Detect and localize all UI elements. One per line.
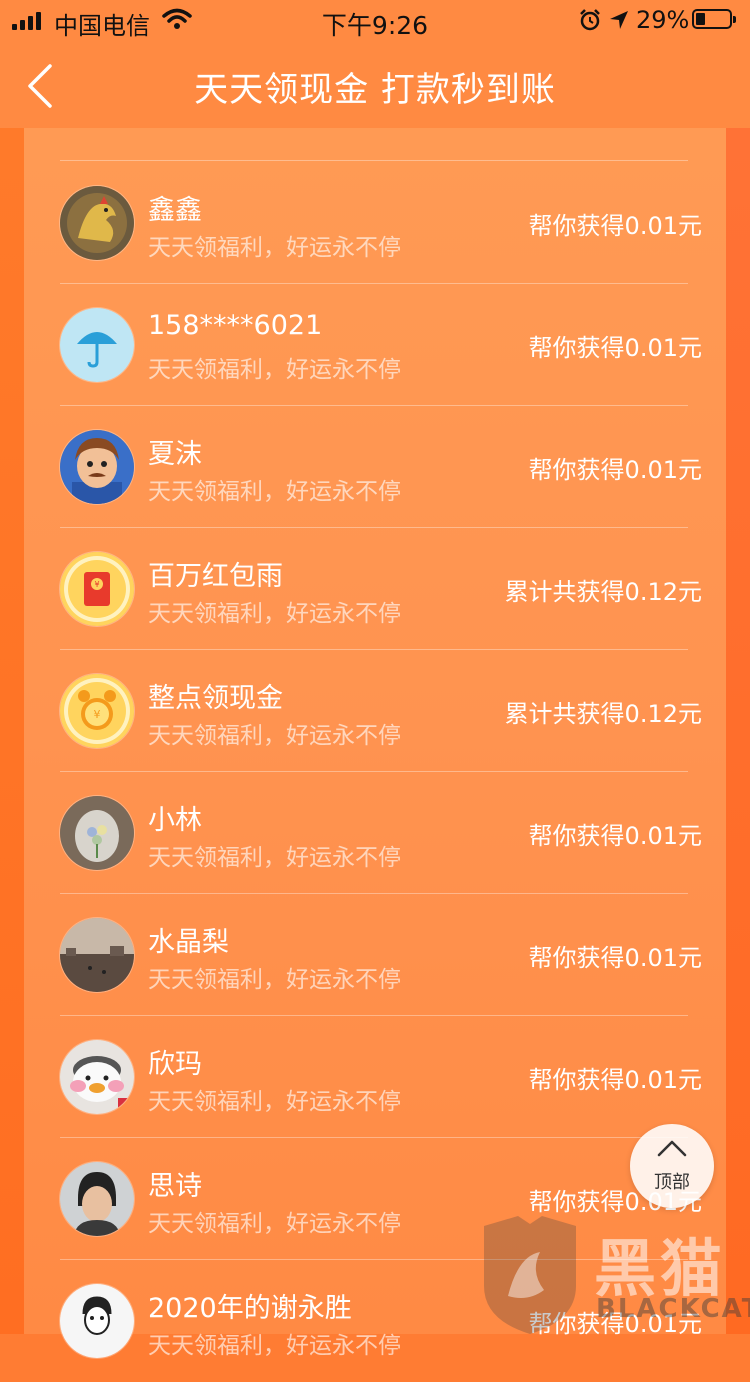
item-desc: 天天领福利，好运永不停: [148, 601, 401, 627]
list-top-divider: [60, 160, 688, 161]
list-item[interactable]: 158****6021 天天领福利，好运永不停 帮你获得0.01元: [60, 284, 702, 406]
chevron-up-icon: [657, 1140, 687, 1157]
list-item[interactable]: ¥ 整点领现金 天天领福利，好运永不停 累计共获得0.12元: [60, 650, 702, 772]
list-item[interactable]: 小林 天天领福利，好运永不停 帮你获得0.01元: [60, 772, 702, 894]
status-bar: 中国电信 下午9:26 29%: [0, 0, 750, 40]
scroll-to-top-button[interactable]: 顶部: [630, 1124, 714, 1208]
avatar-duck-doll-photo: [60, 1040, 134, 1114]
red-envelope-icon: ¥: [60, 552, 134, 626]
battery-icon: [692, 9, 736, 29]
item-name: 水晶梨: [148, 927, 229, 958]
item-desc: 天天领福利，好运永不停: [148, 235, 401, 261]
item-name: 夏沫: [148, 439, 202, 470]
item-name: 2020年的谢永胜: [148, 1293, 352, 1324]
nav-bar: 天天领现金 打款秒到账: [0, 40, 750, 128]
page-title: 天天领现金 打款秒到账: [194, 70, 556, 110]
avatar-flower-photo: [60, 796, 134, 870]
item-name: 小林: [148, 805, 202, 836]
item-desc: 天天领福利，好运永不停: [148, 357, 401, 383]
item-reward: 帮你获得0.01元: [528, 944, 702, 972]
location-arrow-icon: [610, 11, 628, 29]
list-item[interactable]: 夏沫 天天领福利，好运永不停 帮你获得0.01元: [60, 406, 702, 528]
scroll-to-top-label: 顶部: [654, 1172, 690, 1193]
item-name: 158****6021: [148, 310, 323, 341]
item-desc: 天天领福利，好运永不停: [148, 1211, 401, 1237]
item-reward: 帮你获得0.01元: [528, 212, 702, 240]
svg-text:¥: ¥: [94, 708, 101, 721]
alarm-icon: [580, 9, 600, 31]
item-name: 鑫鑫: [148, 195, 202, 226]
battery-percent: 29%: [636, 6, 690, 34]
item-name: 欣玛: [148, 1049, 202, 1080]
list-item[interactable]: 鑫鑫 天天领福利，好运永不停 帮你获得0.01元: [60, 162, 702, 284]
item-reward: 帮你获得0.01元: [528, 1066, 702, 1094]
item-desc: 天天领福利，好运永不停: [148, 479, 401, 505]
alarm-clock-icon: ¥: [60, 674, 134, 748]
item-reward: 累计共获得0.12元: [504, 578, 702, 606]
avatar-landscape-photo: [60, 918, 134, 992]
left-edge: [0, 128, 24, 1334]
right-edge: [726, 128, 750, 1334]
item-name: 整点领现金: [148, 683, 283, 714]
item-reward: 帮你获得0.01元: [528, 334, 702, 362]
item-reward: 帮你获得0.01元: [528, 456, 702, 484]
avatar-portrait-photo: [60, 1162, 134, 1236]
item-desc: 天天领福利，好运永不停: [148, 1333, 401, 1359]
list-item[interactable]: ¥ 百万红包雨 天天领福利，好运永不停 累计共获得0.12元: [60, 528, 702, 650]
svg-text:¥: ¥: [94, 580, 99, 589]
avatar-rooster: [60, 186, 134, 260]
watermark-text-en: BLACKCAT: [596, 1294, 750, 1324]
avatar-umbrella: [60, 308, 134, 382]
list-item[interactable]: 欣玛 天天领福利，好运永不停 帮你获得0.01元: [60, 1016, 702, 1138]
item-name: 百万红包雨: [148, 561, 283, 592]
item-name: 思诗: [148, 1171, 202, 1202]
item-reward: 累计共获得0.12元: [504, 700, 702, 728]
item-desc: 天天领福利，好运永不停: [148, 845, 401, 871]
avatar-sketch: [60, 1284, 134, 1358]
item-desc: 天天领福利，好运永不停: [148, 723, 401, 749]
item-desc: 天天领福利，好运永不停: [148, 1089, 401, 1115]
avatar-cartoon-man: [60, 430, 134, 504]
list-item[interactable]: 水晶梨 天天领福利，好运永不停 帮你获得0.01元: [60, 894, 702, 1016]
item-desc: 天天领福利，好运永不停: [148, 967, 401, 993]
item-reward: 帮你获得0.01元: [528, 822, 702, 850]
